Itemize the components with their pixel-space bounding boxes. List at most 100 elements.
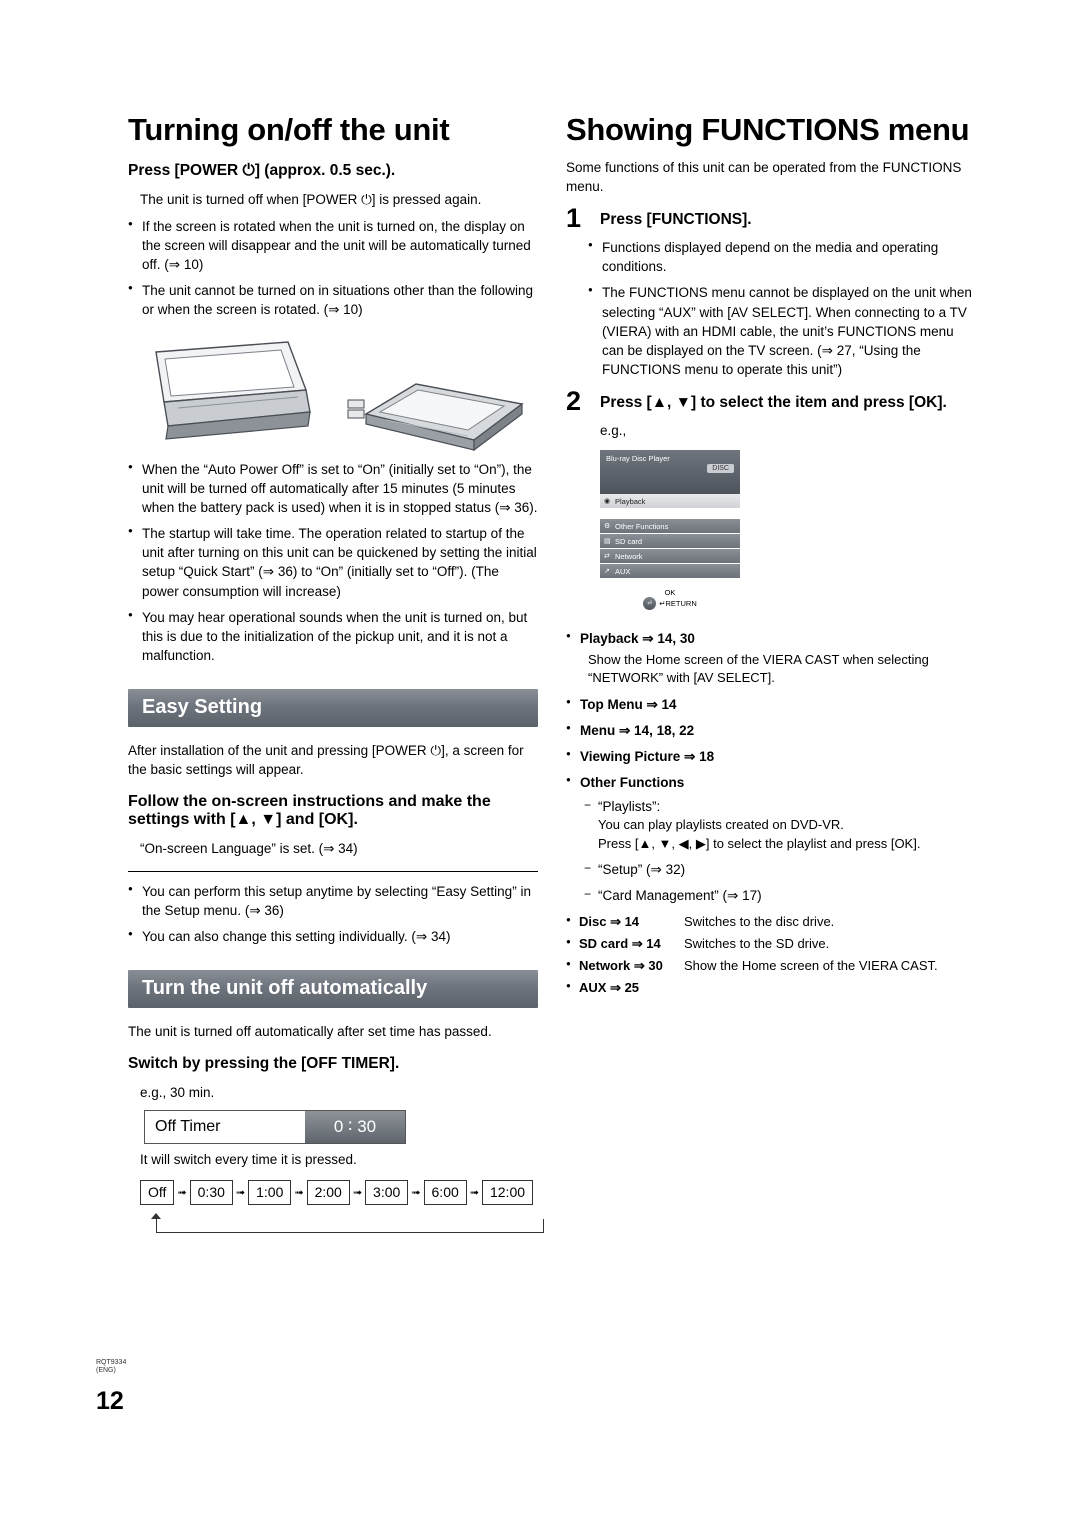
- gear-icon: ⚙: [604, 523, 611, 531]
- sequence-cell: 2:00: [306, 1179, 350, 1205]
- auto-off-intro: The unit is turned off automatically aft…: [128, 1024, 492, 1040]
- sequence-cell: 6:00: [423, 1179, 467, 1205]
- auto-off-step: Switch by pressing the [OFF TIMER].: [128, 1055, 400, 1073]
- network-icon: ⇄: [604, 553, 610, 561]
- def-value: [684, 979, 978, 997]
- item-key: Playback ⇒ 14, 30: [580, 631, 695, 647]
- aux-icon: ↗: [604, 568, 610, 576]
- return-icon: ⏎: [643, 597, 657, 611]
- mock-row-sd-card[interactable]: ▤ SD card: [600, 534, 740, 550]
- item-key: Other Functions: [580, 775, 685, 791]
- sub-item-label: “Setup” (⇒ 32): [598, 862, 686, 878]
- list-item-playback: Playback ⇒ 14, 30 Show the Home screen o…: [566, 629, 978, 687]
- code-line-2: (ENG): [96, 1367, 116, 1375]
- page-number: 12: [96, 1387, 124, 1415]
- left-column: Turning on/off the unit Press [POWER ⏻] …: [128, 112, 544, 1233]
- def-value: Switches to the SD drive.: [684, 935, 830, 951]
- left-bullets-2: When the “Auto Power Off” is set to “On”…: [128, 460, 538, 666]
- functions-menu-screenshot: Blu-ray Disc Player DISC ◉ Playback ⚙ Ot…: [600, 450, 740, 620]
- easy-setting-step: Follow the on-screen instructions and ma…: [128, 793, 491, 829]
- list-item: If the screen is rotated when the unit i…: [128, 217, 538, 274]
- sub-item-label: “Card Management” (⇒ 17): [598, 888, 762, 904]
- press-power-heading: Press [POWER ⏻] (approx. 0.5 sec.).: [128, 161, 396, 179]
- sequence-cell: Off: [140, 1179, 175, 1205]
- sub-item-label: “Playlists”:: [598, 799, 661, 815]
- mock-row-network[interactable]: ⇄ Network: [600, 549, 740, 565]
- item-key: Top Menu ⇒ 14: [580, 696, 677, 712]
- mock-disc-badge: DISC: [707, 464, 734, 474]
- step-2: 2 Press [▲, ▼] to select the item and pr…: [566, 388, 978, 415]
- section-heading-auto-off: Turn the unit off automatically: [128, 970, 538, 1009]
- def-key: Disc ⇒ 14: [566, 913, 684, 931]
- mock-title: Blu-ray Disc Player: [606, 454, 670, 464]
- sequence-arrow-icon: ➟: [177, 1185, 187, 1199]
- item-note: Show the Home screen of the VIERA CAST w…: [588, 651, 929, 686]
- def-value: Switches to the disc drive.: [684, 913, 835, 929]
- easy-setting-intro: After installation of the unit and press…: [128, 743, 524, 778]
- list-item-other-functions: Other Functions: [566, 773, 978, 792]
- unit-illustration-svg: [155, 340, 524, 451]
- list-item: The FUNCTIONS menu cannot be displayed o…: [588, 283, 978, 379]
- disc-icon: ◉: [604, 498, 611, 506]
- def-row-disc: Disc ⇒ 14 Switches to the disc drive.: [566, 913, 978, 931]
- list-item: You can also change this setting individ…: [128, 927, 538, 946]
- mock-row-other-functions[interactable]: ⚙ Other Functions: [600, 519, 740, 535]
- mock-ok-label: OK: [664, 588, 676, 598]
- sequence-cell: 3:00: [365, 1179, 409, 1205]
- list-item: When the “Auto Power Off” is set to “On”…: [128, 460, 538, 517]
- other-functions-sublist: “Playlists”: You can play playlists crea…: [584, 797, 978, 905]
- item-key: Viewing Picture ⇒ 18: [580, 748, 715, 764]
- sub-item-setup: “Setup” (⇒ 32): [584, 860, 978, 879]
- def-row-aux: AUX ⇒ 25: [566, 979, 978, 997]
- mock-row-label: Other Functions: [615, 521, 669, 531]
- page-title-left: Turning on/off the unit: [128, 112, 450, 147]
- loop-line: [140, 1205, 558, 1233]
- off-timer-label: Off Timer: [145, 1111, 305, 1144]
- power-note: The unit is turned off when [POWER ⏻] is…: [140, 191, 482, 207]
- list-item: Functions displayed depend on the media …: [588, 238, 978, 276]
- left-bullets-1: If the screen is rotated when the unit i…: [128, 217, 538, 320]
- def-key: Network ⇒ 30: [566, 957, 684, 975]
- sequence-arrow-icon: ➟: [294, 1185, 304, 1199]
- step-1-bullets: Functions displayed depend on the media …: [588, 238, 978, 379]
- mock-row-label: Network: [615, 551, 643, 561]
- mock-row-playback[interactable]: ◉ Playback: [600, 494, 740, 510]
- sequence-cell: 12:00: [481, 1179, 534, 1205]
- sequence-cell: 0:30: [189, 1179, 233, 1205]
- mock-row-label: Playback: [615, 496, 646, 506]
- list-item: You can perform this setup anytime by se…: [128, 882, 538, 920]
- off-timer-value: 0 ∶ 30: [305, 1111, 405, 1144]
- easy-setting-step-note: “On-screen Language” is set. (⇒ 34): [140, 841, 358, 857]
- sub-item-line: Press [▲, ▼, ◀, ▶] to select the playlis…: [598, 835, 921, 851]
- mock-header: Blu-ray Disc Player DISC: [600, 450, 740, 495]
- mock-return-badge: ⏎ ↵RETURN: [643, 597, 697, 611]
- functions-item-list: Playback ⇒ 14, 30 Show the Home screen o…: [566, 629, 978, 792]
- eg-label: e.g.,: [600, 423, 627, 439]
- step-2-label: Press [▲, ▼] to select the item and pres…: [600, 394, 947, 412]
- drive-switch-list: Disc ⇒ 14 Switches to the disc drive. SD…: [566, 913, 978, 998]
- def-row-sd-card: SD card ⇒ 14 Switches to the SD drive.: [566, 935, 978, 953]
- step-1-label: Press [FUNCTIONS].: [600, 210, 752, 228]
- mock-return-label: ↵RETURN: [659, 599, 697, 609]
- sequence-cell: 1:00: [248, 1179, 292, 1205]
- off-timer-widget: Off Timer 0 ∶ 30: [144, 1110, 406, 1145]
- auto-off-note: It will switch every time it is pressed.: [140, 1152, 357, 1168]
- sequence-arrow-icon: ➟: [469, 1185, 479, 1199]
- mock-row-label: AUX: [615, 566, 631, 576]
- sequence-arrow-icon: ➟: [235, 1185, 246, 1199]
- easy-setting-bullets: You can perform this setup anytime by se…: [128, 882, 538, 946]
- document-code: RQT9334 (ENG): [96, 1359, 126, 1377]
- list-item-top-menu: Top Menu ⇒ 14: [566, 695, 978, 714]
- def-key: SD card ⇒ 14: [566, 935, 684, 953]
- mock-footer: OK ⏎ ↵RETURN: [600, 579, 740, 620]
- loop-arrow-icon: [151, 1212, 161, 1219]
- def-key: AUX ⇒ 25: [566, 979, 684, 997]
- off-timer-loop: [140, 1205, 558, 1233]
- right-column: Showing FUNCTIONS menu Some functions of…: [566, 112, 978, 1001]
- auto-off-eg: e.g., 30 min.: [140, 1085, 215, 1101]
- mock-row-aux[interactable]: ↗ AUX: [600, 564, 740, 580]
- document-page: Turning on/off the unit Press [POWER ⏻] …: [0, 0, 1080, 1528]
- sub-item-card-management: “Card Management” (⇒ 17): [584, 886, 978, 905]
- sub-item-playlists: “Playlists”: You can play playlists crea…: [584, 797, 978, 853]
- functions-intro: Some functions of this unit can be opera…: [566, 159, 962, 194]
